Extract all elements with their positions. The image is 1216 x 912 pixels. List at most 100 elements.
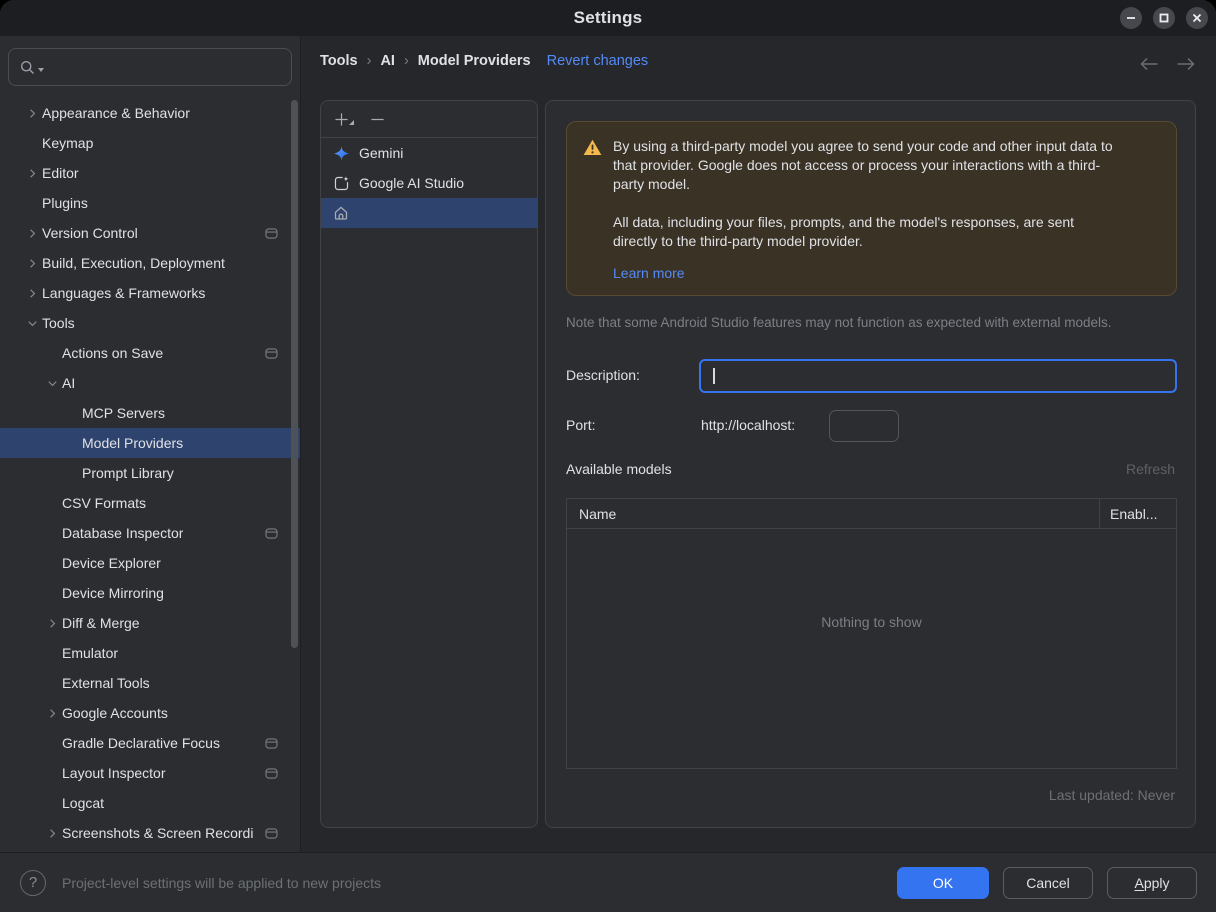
help-icon[interactable]: ?: [20, 869, 46, 896]
google-ai-studio-icon: [332, 175, 350, 192]
revert-changes-link[interactable]: Revert changes: [547, 53, 649, 69]
sidebar-item-layout-inspector[interactable]: Layout Inspector: [0, 758, 300, 788]
port-input[interactable]: [829, 410, 899, 442]
provider-item-custom[interactable]: [321, 198, 537, 228]
search-input[interactable]: [46, 58, 281, 76]
sidebar-item-editor[interactable]: Editor: [0, 158, 300, 188]
sidebar-item-logcat[interactable]: Logcat: [0, 788, 300, 818]
provider-toolbar: [321, 101, 537, 138]
sidebar-item-emulator[interactable]: Emulator: [0, 638, 300, 668]
sidebar-item-model-providers[interactable]: Model Providers: [0, 428, 300, 458]
remove-provider-button[interactable]: [370, 112, 385, 127]
sidebar-item-appearance-behavior[interactable]: Appearance & Behavior: [0, 98, 300, 128]
chevron-right-icon[interactable]: [42, 705, 62, 721]
content-area: Tools › AI › Model Providers Revert chan…: [301, 36, 1216, 852]
sidebar-item-actions-on-save[interactable]: Actions on Save: [0, 338, 300, 368]
sidebar-item-prompt-library[interactable]: Prompt Library: [0, 458, 300, 488]
chevron-right-icon[interactable]: [22, 285, 42, 301]
chevron-right-icon[interactable]: [42, 825, 62, 841]
settings-search-box[interactable]: [8, 48, 292, 86]
breadcrumb-separator: ›: [366, 53, 372, 69]
sidebar-item-tools[interactable]: Tools: [0, 308, 300, 338]
available-models-table: Name Enabl... Nothing to show: [566, 498, 1177, 769]
cancel-button[interactable]: Cancel: [1003, 866, 1093, 899]
chevron-right-icon[interactable]: [42, 615, 62, 631]
provider-item-google-ai-studio[interactable]: Google AI Studio: [321, 168, 537, 198]
learn-more-link[interactable]: Learn more: [613, 264, 685, 283]
sidebar-item-build-execution-deployment[interactable]: Build, Execution, Deployment: [0, 248, 300, 278]
home-icon: [332, 205, 350, 221]
project-settings-icon: [265, 827, 278, 839]
sidebar-item-plugins[interactable]: Plugins: [0, 188, 300, 218]
provider-item-gemini[interactable]: Gemini: [321, 138, 537, 168]
chevron-right-icon[interactable]: [22, 225, 42, 241]
gemini-icon: [332, 145, 350, 162]
column-header-name[interactable]: Name: [567, 499, 1100, 528]
back-arrow-icon[interactable]: [1139, 57, 1160, 71]
refresh-button[interactable]: Refresh: [1126, 461, 1175, 477]
chevron-down-icon[interactable]: [22, 315, 42, 331]
sidebar-item-label: Database Inspector: [62, 525, 184, 541]
sidebar-item-label: Google Accounts: [62, 705, 168, 721]
add-provider-button[interactable]: [334, 112, 354, 127]
sidebar-item-mcp-servers[interactable]: MCP Servers: [0, 398, 300, 428]
sidebar-item-label: Prompt Library: [82, 465, 174, 481]
apply-button[interactable]: Apply: [1107, 866, 1197, 899]
sidebar-scrollbar[interactable]: [291, 100, 298, 648]
sidebar-item-keymap[interactable]: Keymap: [0, 128, 300, 158]
sidebar-item-ai[interactable]: AI: [0, 368, 300, 398]
sidebar-item-label: Screenshots & Screen Recordi: [62, 825, 254, 841]
search-options-caret-icon[interactable]: [38, 67, 44, 73]
close-icon: [1192, 10, 1202, 26]
sidebar-item-label: Version Control: [42, 225, 138, 241]
sidebar-item-label: Build, Execution, Deployment: [42, 255, 225, 271]
window-controls: [1120, 7, 1208, 29]
warning-paragraph-2: All data, including your files, prompts,…: [613, 214, 1075, 249]
sidebar-item-gradle-declarative-focus[interactable]: Gradle Declarative Focus: [0, 728, 300, 758]
close-button[interactable]: [1186, 7, 1208, 29]
sidebar-item-screenshots-screen-recordi[interactable]: Screenshots & Screen Recordi: [0, 818, 300, 848]
sidebar-item-google-accounts[interactable]: Google Accounts: [0, 698, 300, 728]
settings-sidebar: Appearance & Behavior Keymap Editor Plugins…: [0, 36, 301, 852]
sidebar-item-diff-merge[interactable]: Diff & Merge: [0, 608, 300, 638]
sidebar-item-database-inspector[interactable]: Database Inspector: [0, 518, 300, 548]
column-header-enabled[interactable]: Enabl...: [1100, 499, 1176, 528]
minimize-button[interactable]: [1120, 7, 1142, 29]
forward-arrow-icon[interactable]: [1175, 57, 1196, 71]
breadcrumb-tools[interactable]: Tools: [320, 53, 358, 69]
sidebar-item-label: Device Explorer: [62, 555, 161, 571]
sidebar-item-external-tools[interactable]: External Tools: [0, 668, 300, 698]
text-caret: [713, 368, 715, 384]
chevron-down-icon[interactable]: [42, 375, 62, 391]
footer-buttons: OK Cancel Apply: [897, 866, 1197, 899]
sidebar-item-version-control[interactable]: Version Control: [0, 218, 300, 248]
project-settings-icon: [265, 767, 278, 779]
sidebar-item-languages-frameworks[interactable]: Languages & Frameworks: [0, 278, 300, 308]
chevron-right-icon[interactable]: [22, 255, 42, 271]
titlebar: Settings: [0, 0, 1216, 36]
breadcrumb-ai[interactable]: AI: [380, 53, 395, 69]
sidebar-item-label: Layout Inspector: [62, 765, 166, 781]
sidebar-item-device-explorer[interactable]: Device Explorer: [0, 548, 300, 578]
chevron-right-icon[interactable]: [22, 105, 42, 121]
breadcrumb-model-providers[interactable]: Model Providers: [418, 53, 531, 69]
project-settings-icon: [265, 347, 278, 359]
ok-button[interactable]: OK: [897, 866, 989, 899]
description-label: Description:: [566, 367, 640, 383]
port-url-prefix: http://localhost:: [701, 417, 796, 433]
add-dropdown-caret-icon: [349, 112, 354, 128]
table-header: Name Enabl...: [567, 499, 1176, 529]
sidebar-item-csv-formats[interactable]: CSV Formats: [0, 488, 300, 518]
description-input[interactable]: [701, 361, 1175, 391]
chevron-right-icon[interactable]: [22, 165, 42, 181]
maximize-button[interactable]: [1153, 7, 1175, 29]
sidebar-item-device-mirroring[interactable]: Device Mirroring: [0, 578, 300, 608]
